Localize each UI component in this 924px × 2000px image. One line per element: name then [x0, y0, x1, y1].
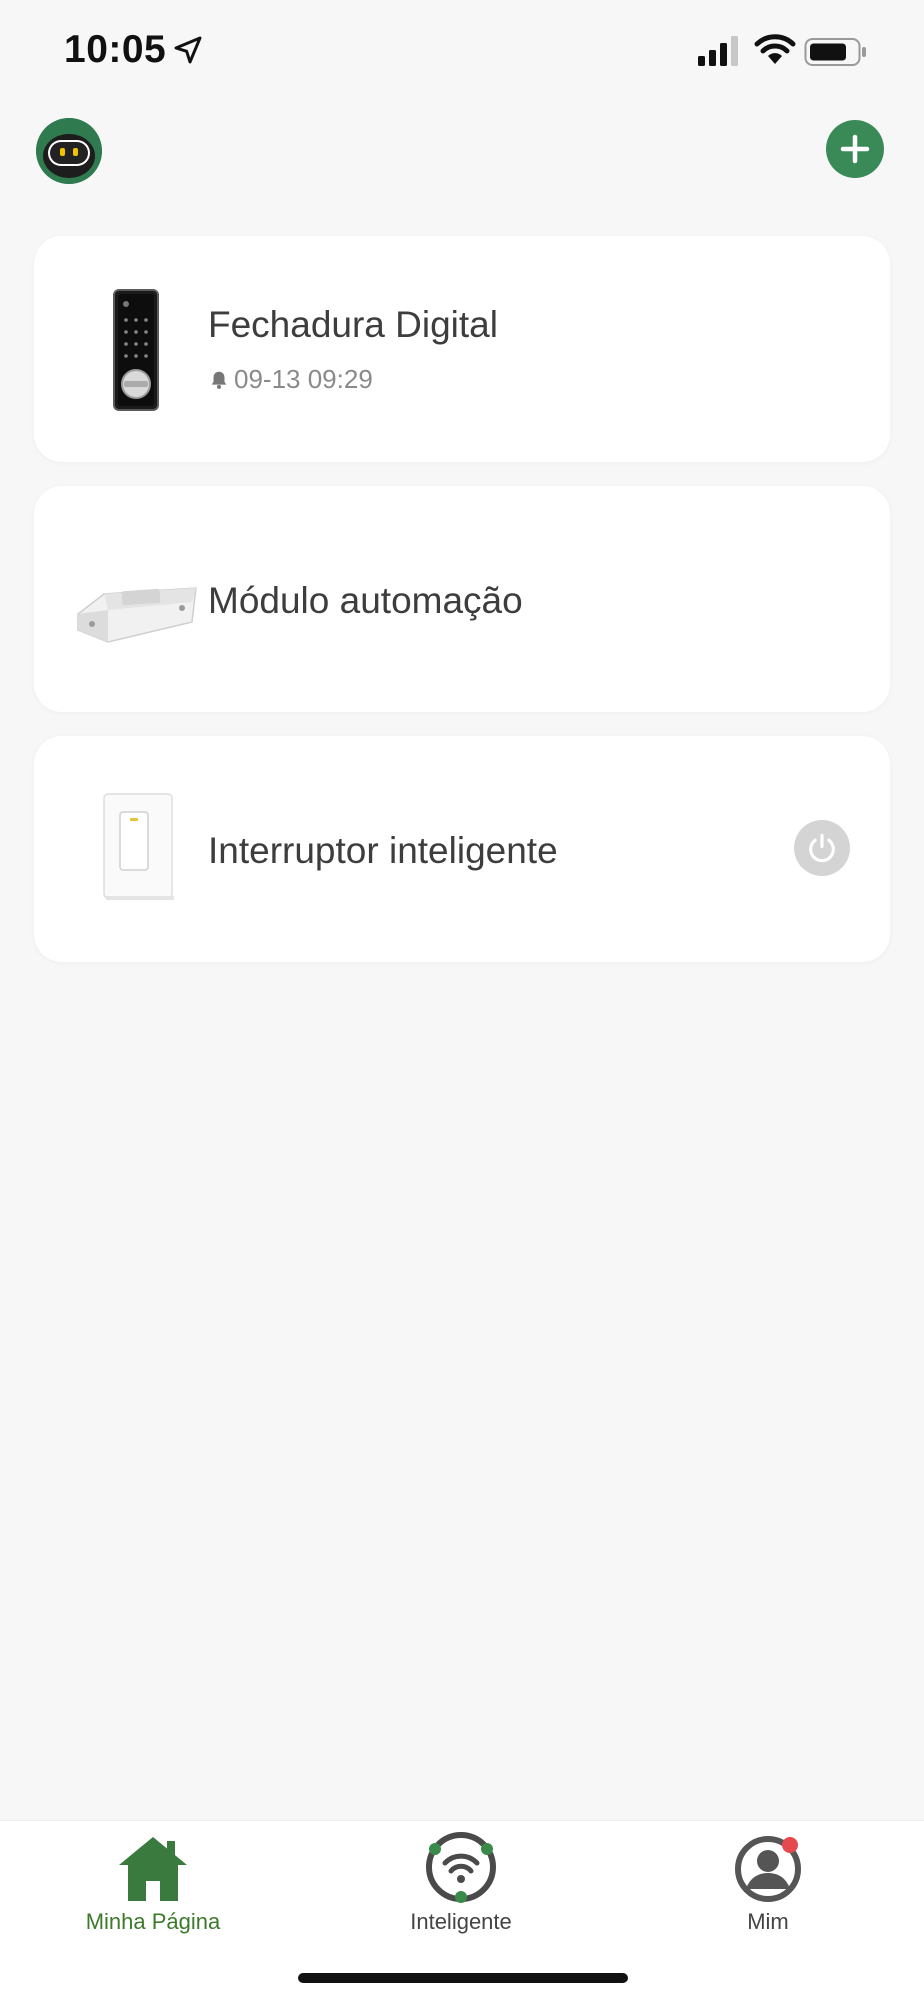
battery-icon — [804, 38, 866, 66]
nav-item-home[interactable]: Minha Página — [53, 1831, 253, 1941]
add-device-button[interactable] — [826, 120, 884, 178]
wifi-icon — [754, 34, 796, 64]
automation-module-image — [77, 587, 197, 643]
status-bar: 10:05 — [0, 0, 924, 104]
device-last-event: 09-13 09:29 — [208, 364, 373, 395]
smart-hub-icon — [426, 1832, 496, 1903]
nav-item-me[interactable]: Mim — [668, 1831, 868, 1941]
nav-label: Minha Página — [85, 1909, 221, 1934]
power-icon — [809, 833, 835, 863]
notification-badge — [782, 1837, 798, 1853]
home-indicator[interactable] — [298, 1973, 628, 1983]
device-card-automation-module[interactable]: Módulo automação — [34, 486, 890, 712]
wall-switch-image — [103, 793, 174, 900]
device-name: Fechadura Digital — [208, 304, 498, 345]
home-icon — [119, 1837, 187, 1901]
cellular-signal-icon — [698, 36, 738, 66]
device-name: Módulo automação — [208, 580, 523, 621]
plus-icon — [840, 134, 870, 164]
nav-label: Inteligente — [410, 1909, 512, 1934]
nav-label: Mim — [747, 1909, 789, 1934]
home-screen: 10:05 Fechadura Digital 09-13 09:29 Módu… — [0, 0, 924, 2000]
nav-item-smart[interactable]: Inteligente — [361, 1831, 561, 1941]
device-name: Interruptor inteligente — [208, 830, 558, 871]
device-card-smart-lock[interactable]: Fechadura Digital 09-13 09:29 — [34, 236, 890, 462]
robot-avatar-icon[interactable] — [36, 118, 102, 184]
device-card-wall-switch[interactable]: Interruptor inteligente — [34, 736, 890, 962]
smart-lock-image — [113, 289, 159, 411]
bell-icon — [211, 371, 227, 389]
user-icon — [735, 1836, 801, 1902]
power-toggle-button[interactable] — [794, 820, 850, 876]
location-arrow-icon — [174, 36, 202, 64]
status-time: 10:05 — [64, 28, 167, 71]
device-timestamp: 09-13 09:29 — [234, 364, 373, 394]
